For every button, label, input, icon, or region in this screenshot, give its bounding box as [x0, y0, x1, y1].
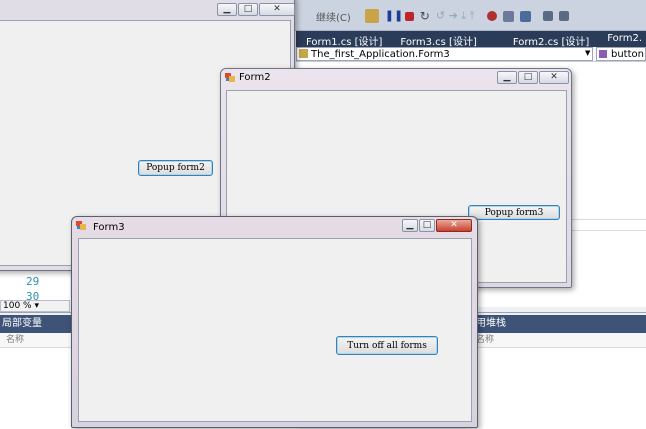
- form1-caption-buttons: ▁ □ ✕: [216, 3, 295, 16]
- outdent-icon[interactable]: [558, 11, 569, 21]
- step-icon[interactable]: ↺ ➔ ⤓ ⤒: [436, 9, 475, 23]
- breakpoint-icon[interactable]: [486, 11, 497, 21]
- form2-caption-buttons: ▁ □ ✕: [496, 71, 569, 84]
- maximize-icon: □: [422, 220, 432, 230]
- debug-toolbar: 继续(C) ❚❚ ↻ ↺ ➔ ⤓ ⤒: [296, 4, 569, 28]
- form3-caption-buttons: ▁ □ ✕: [401, 219, 472, 232]
- turn-off-all-forms-button[interactable]: Turn off all forms: [336, 336, 438, 355]
- maximize-button[interactable]: □: [518, 71, 538, 84]
- tab-form2-design[interactable]: Form2.cs [设计]: [485, 31, 597, 48]
- close-icon: ✕: [450, 220, 458, 230]
- form3-client-area: Turn off all forms: [78, 238, 472, 422]
- tab-form3-design[interactable]: Form3.cs [设计]: [390, 31, 484, 48]
- callstack-panel: 调用堆栈 名称: [466, 315, 646, 429]
- restart-icon[interactable]: ↻: [420, 9, 430, 23]
- chevron-down-icon[interactable]: ▼: [585, 49, 590, 57]
- tab-form1-design[interactable]: Form1.cs [设计]: [296, 31, 390, 48]
- maximize-icon: □: [243, 4, 253, 14]
- pause-icon[interactable]: ❚❚: [385, 9, 403, 23]
- layout-icon[interactable]: [502, 10, 514, 22]
- close-button[interactable]: ✕: [539, 71, 569, 84]
- method-icon: [599, 50, 607, 58]
- indent-icon[interactable]: [542, 11, 553, 21]
- line-number: 29: [26, 275, 40, 288]
- popup-form3-button[interactable]: Popup form3: [468, 205, 560, 220]
- minimize-button[interactable]: ▁: [497, 71, 517, 84]
- form2-title: Form2: [239, 72, 271, 83]
- document-tabs: Form1.cs [设计] Form3.cs [设计] Form2.cs [设计…: [296, 31, 646, 48]
- minimize-button[interactable]: ▁: [217, 3, 237, 16]
- class-combo[interactable]: The_first_Application.Form3: [296, 47, 593, 61]
- close-icon: ✕: [273, 4, 281, 14]
- popup-form2-button[interactable]: Popup form2: [138, 160, 213, 176]
- callstack-panel-title: 调用堆栈: [466, 315, 646, 333]
- close-button[interactable]: ✕: [259, 3, 295, 16]
- form1-titlebar[interactable]: ▁ □ ✕: [0, 0, 295, 17]
- maximize-icon: □: [523, 72, 533, 82]
- minimize-icon: ▁: [406, 220, 414, 230]
- form3-titlebar[interactable]: Form3 ▁ □ ✕: [72, 217, 477, 235]
- zoom-combo[interactable]: 100 % ▾: [0, 300, 70, 312]
- form3-title: Form3: [93, 222, 125, 233]
- stop-icon[interactable]: [404, 11, 414, 21]
- form3-window: Form3 ▁ □ ✕ Turn off all forms: [71, 216, 478, 428]
- maximize-button[interactable]: □: [419, 219, 435, 232]
- tab-form2[interactable]: Form2.: [597, 31, 646, 47]
- minimize-icon: ▁: [503, 72, 511, 82]
- callstack-column-name[interactable]: 名称: [466, 333, 646, 348]
- class-icon: [299, 49, 308, 58]
- minimize-icon: ▁: [223, 4, 231, 14]
- navigation-bar: The_first_Application.Form3 ▼ button1_: [296, 47, 646, 62]
- close-button[interactable]: ✕: [436, 219, 472, 232]
- app-icon: [76, 221, 86, 230]
- build-icon[interactable]: [364, 9, 379, 23]
- callstack-panel-body: [466, 348, 646, 429]
- close-icon: ✕: [550, 72, 558, 82]
- app-icon: [225, 73, 235, 82]
- member-combo[interactable]: button1_: [596, 47, 646, 61]
- form2-titlebar[interactable]: Form2 ▁ □ ✕: [221, 69, 571, 87]
- minimize-button[interactable]: ▁: [402, 219, 418, 232]
- maximize-button[interactable]: □: [238, 3, 258, 16]
- window-icon[interactable]: [519, 10, 531, 22]
- continue-button[interactable]: 继续(C): [296, 9, 351, 24]
